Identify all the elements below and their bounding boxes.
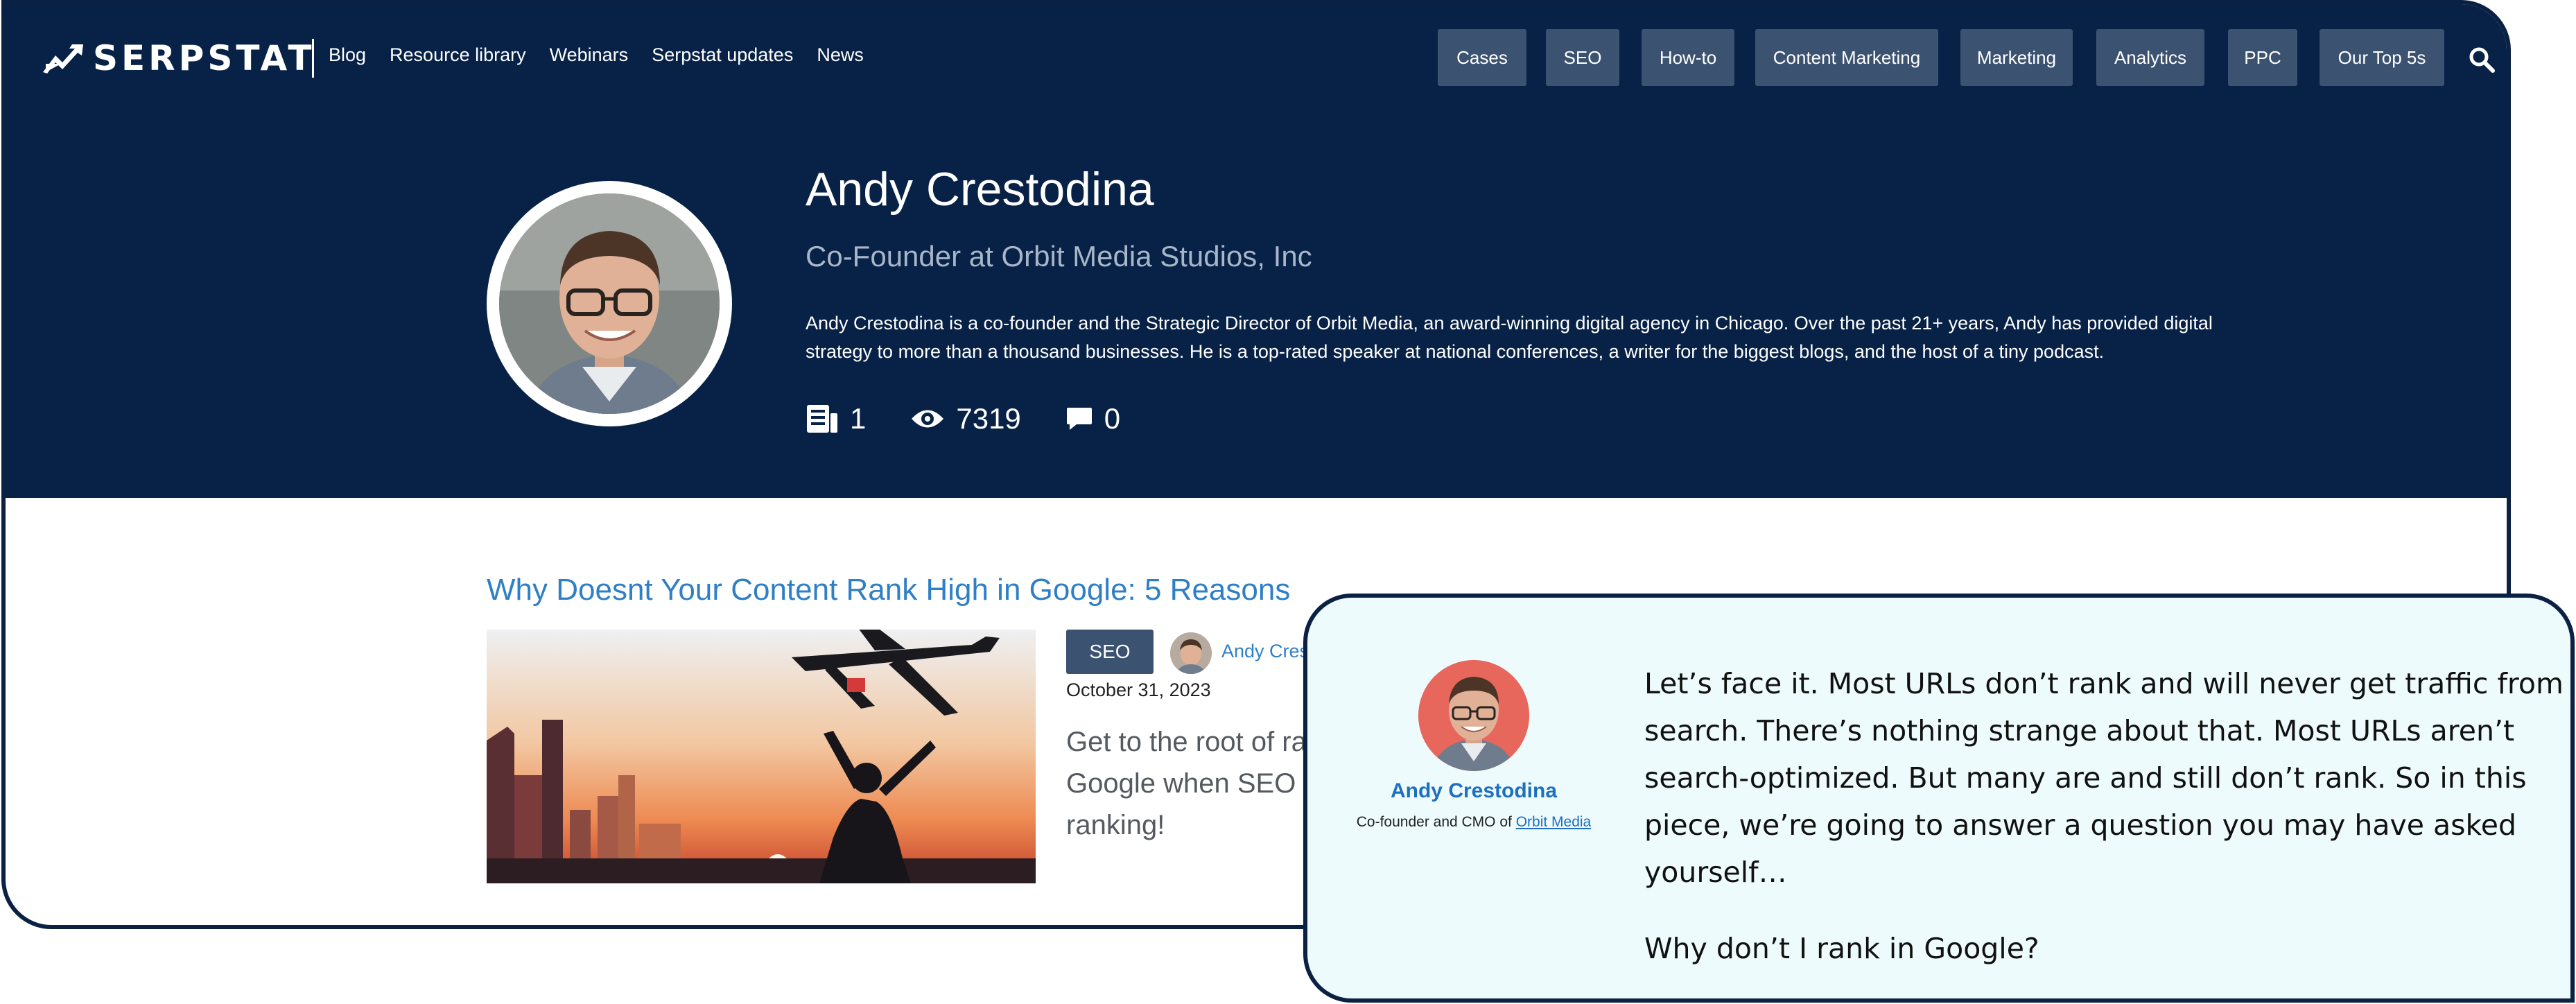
author-hero: SERPSTAT Blog Resource library Webinars … [6,4,2507,498]
article-title-link[interactable]: Why Doesnt Your Content Rank High in Goo… [487,573,1290,607]
quote-author-avatar [1418,660,1529,771]
search-icon[interactable] [2468,46,2496,73]
author-avatar [487,181,732,426]
articles-count-value: 1 [850,402,867,435]
quote-org-link[interactable]: Orbit Media [1516,814,1592,830]
article-author-link[interactable]: Andy Cres [1221,641,1309,662]
category-seo[interactable]: SEO [1546,29,1619,86]
brand-name: SERPSTAT [93,38,315,78]
main-nav: Blog Resource library Webinars Serpstat … [329,44,864,66]
eye-icon [912,410,944,428]
article-tag-seo[interactable]: SEO [1066,630,1154,674]
category-content-marketing[interactable]: Content Marketing [1755,29,1938,86]
nav-webinars[interactable]: Webinars [550,44,629,66]
category-analytics[interactable]: Analytics [2096,29,2204,86]
comment-icon [1066,408,1092,430]
article-excerpt-line: ranking! [1066,810,1165,840]
quote-author-role: Co-founder and CMO of Orbit Media [1307,814,1640,831]
author-role: Co-Founder at Orbit Media Studios, Inc [806,240,1312,272]
quote-card: Andy Crestodina Co-founder and CMO of Or… [1303,594,2575,1003]
quote-author-name[interactable]: Andy Crestodina [1307,779,1640,803]
articles-icon [807,405,837,433]
category-marketing[interactable]: Marketing [1960,29,2073,86]
nav-resource-library[interactable]: Resource library [390,44,526,66]
comments-count-value: 0 [1104,402,1121,435]
author-name: Andy Crestodina [806,163,1154,216]
category-our-top-5s[interactable]: Our Top 5s [2320,29,2444,86]
article-thumbnail[interactable] [487,630,1036,883]
nav-news[interactable]: News [817,44,864,66]
category-cases[interactable]: Cases [1438,29,1526,86]
category-ppc[interactable]: PPC [2228,29,2297,86]
serpstat-logo-icon [43,44,83,73]
views-count: 7319 [910,402,1021,435]
quote-role-prefix: Co-founder and CMO of [1356,814,1512,830]
author-photo [499,193,720,414]
logo-divider [312,39,314,78]
category-how-to[interactable]: How-to [1642,29,1734,86]
quote-question: Why don’t I rank in Google? [1644,932,2039,965]
nav-serpstat-updates[interactable]: Serpstat updates [652,44,793,66]
article-excerpt-line: Get to the root of ran [1066,727,1323,757]
article-date: October 31, 2023 [1066,680,1211,700]
article-author-avatar[interactable] [1170,632,1212,674]
nav-blog[interactable]: Blog [329,44,366,66]
quote-text: Let’s face it. Most URLs don’t rank and … [1644,667,2564,889]
articles-count: 1 [806,402,866,435]
serpstat-logo[interactable]: SERPSTAT [42,38,315,78]
views-count-value: 7319 [956,402,1021,435]
article-excerpt-line: Google when SEO d [1066,768,1319,799]
comments-count: 0 [1065,402,1120,435]
author-bio: Andy Crestodina is a co-founder and the … [806,313,2213,362]
author-stats: 1 7319 0 [806,399,1165,438]
